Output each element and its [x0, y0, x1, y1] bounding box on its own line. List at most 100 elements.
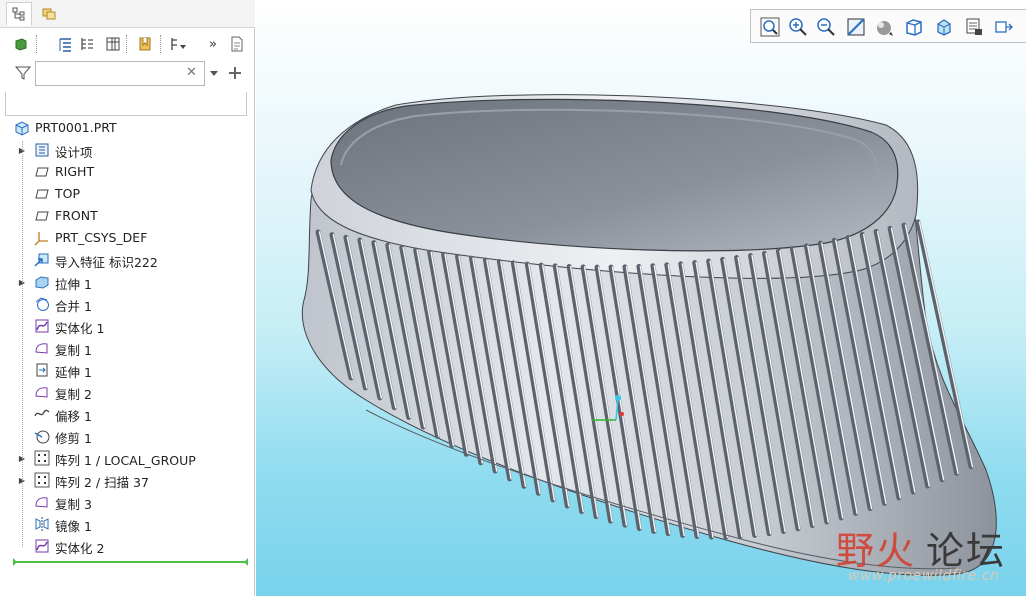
- section-icon: [966, 18, 982, 35]
- tree-item[interactable]: 延伸 1: [0, 359, 250, 381]
- display-style-button[interactable]: [871, 14, 897, 40]
- folder-icon: [42, 8, 56, 20]
- graphics-window[interactable]: 野火 论坛 www.proewildfire.cn: [256, 0, 1026, 596]
- saved-views-button[interactable]: [901, 14, 927, 40]
- repaint-button[interactable]: [843, 14, 869, 40]
- document-icon: [231, 36, 243, 52]
- tab-layers[interactable]: [36, 2, 62, 26]
- copy-icon: [34, 494, 50, 510]
- tree-item[interactable]: FRONT: [0, 205, 250, 227]
- tree-item[interactable]: RIGHT: [0, 161, 250, 183]
- tree-item-label: 拉伸 1: [55, 277, 92, 292]
- merge-icon: [34, 296, 50, 312]
- datum-plane-icon: [34, 186, 50, 202]
- tree-toolbar: »: [0, 30, 255, 58]
- watermark-text-dark: 论坛: [926, 529, 1007, 573]
- view-toolbar: [750, 9, 1026, 43]
- tree-filter-button[interactable]: [76, 33, 98, 55]
- tree-item-label: 复制 3: [55, 497, 92, 512]
- tree-list-icon: [81, 38, 93, 50]
- bookmark-icon: [139, 37, 151, 51]
- zoom-in-button[interactable]: [785, 14, 811, 40]
- tree-item[interactable]: TOP: [0, 183, 250, 205]
- chevron-down-icon[interactable]: [209, 70, 219, 78]
- mirror-icon: [34, 516, 50, 532]
- search-input[interactable]: [35, 61, 205, 86]
- tree-icon: [12, 7, 25, 21]
- cube-view-icon: [906, 19, 922, 36]
- offset-icon: [34, 406, 50, 422]
- list-icon: [59, 38, 71, 52]
- appearance-button[interactable]: [961, 14, 987, 40]
- part-icon: [14, 120, 30, 136]
- annotation-button[interactable]: [991, 14, 1017, 40]
- view-manager-button[interactable]: [931, 14, 957, 40]
- tree-item-label: 阵列 2 / 扫描 37: [55, 475, 149, 490]
- tree-item-label: FRONT: [55, 208, 98, 223]
- watermark: 野火 论坛 www.proewildfire.cn: [836, 516, 1026, 592]
- tree-item[interactable]: PRT_CSYS_DEF: [0, 227, 250, 249]
- import-icon: [34, 252, 50, 268]
- copy-icon: [34, 384, 50, 400]
- zoom-out-icon: [817, 18, 835, 36]
- show-button[interactable]: [10, 33, 32, 55]
- tree-item[interactable]: 偏移 1: [0, 403, 250, 425]
- cube-green-icon: [15, 38, 27, 51]
- tree-item-label: RIGHT: [55, 164, 95, 179]
- tree-item[interactable]: ▶ 阵列 1 / LOCAL_GROUP: [0, 447, 250, 469]
- trim-icon: [34, 428, 50, 444]
- tree-item[interactable]: ▶ 设计项: [0, 139, 250, 161]
- tree-item-label: 偏移 1: [55, 409, 92, 424]
- filter-icon[interactable]: [15, 65, 31, 81]
- tree-item-label: PRT0001.PRT: [35, 120, 117, 135]
- table-icon: [106, 37, 120, 51]
- tree-guide-line: [22, 141, 23, 547]
- watermark-url: www.proewildfire.cn: [848, 568, 1000, 584]
- add-icon[interactable]: [229, 67, 241, 79]
- solidify-icon: [34, 538, 50, 554]
- model-tree-panel: » ✕ PRT0001.PRT ▶ 设计项 RIGHT TOP FRONT PRT_CSYS…: [0, 0, 255, 596]
- tree-item-label: 复制 2: [55, 387, 92, 402]
- tree-item[interactable]: 导入特征 标识222: [0, 249, 250, 271]
- datum-plane-icon: [34, 208, 50, 224]
- tree-item-label: 实体化 2: [55, 541, 105, 556]
- more-button[interactable]: »: [202, 33, 224, 55]
- tree-item[interactable]: 合并 1: [0, 293, 250, 315]
- separator: [126, 35, 127, 53]
- clear-icon[interactable]: ✕: [186, 65, 197, 80]
- tree-item[interactable]: 修剪 1: [0, 425, 250, 447]
- tree-item[interactable]: 实体化 2: [0, 535, 250, 557]
- tree-item[interactable]: 复制 1: [0, 337, 250, 359]
- tab-model-tree[interactable]: [6, 2, 32, 26]
- notes-button[interactable]: [226, 33, 248, 55]
- watermark-text-red: 野火: [836, 529, 917, 573]
- tree-item-label: 实体化 1: [55, 321, 105, 336]
- tree-item-label: 修剪 1: [55, 431, 92, 446]
- tree-item-label: PRT_CSYS_DEF: [55, 230, 148, 245]
- tree-item-label: 设计项: [55, 145, 93, 160]
- tree-item[interactable]: 复制 3: [0, 491, 250, 513]
- separator: [160, 35, 161, 53]
- solidify-icon: [34, 318, 50, 334]
- tree-item[interactable]: 镜像 1: [0, 513, 250, 535]
- tree-item-label: 复制 1: [55, 343, 92, 358]
- tree-root[interactable]: PRT0001.PRT: [0, 117, 250, 139]
- datum-plane-icon: [34, 164, 50, 180]
- tree-item-label: 导入特征 标识222: [55, 255, 158, 270]
- tree-item[interactable]: 实体化 1: [0, 315, 250, 337]
- zoom-out-button[interactable]: [813, 14, 839, 40]
- panel-tabs: [0, 0, 255, 28]
- tree-item[interactable]: 复制 2: [0, 381, 250, 403]
- zoom-fit-icon: [760, 17, 780, 37]
- table-button[interactable]: [102, 33, 124, 55]
- tree-columns-button[interactable]: [54, 33, 76, 55]
- insert-here-marker[interactable]: [13, 558, 248, 566]
- shading-icon: [877, 21, 893, 36]
- settings-button[interactable]: [168, 33, 190, 55]
- model-render: [301, 94, 997, 576]
- bookmark-button[interactable]: [134, 33, 156, 55]
- tree-item[interactable]: ▶ 阵列 2 / 扫描 37: [0, 469, 250, 491]
- refit-button[interactable]: [757, 14, 783, 40]
- zoom-in-icon: [789, 18, 807, 36]
- tree-item[interactable]: ▶ 拉伸 1: [0, 271, 250, 293]
